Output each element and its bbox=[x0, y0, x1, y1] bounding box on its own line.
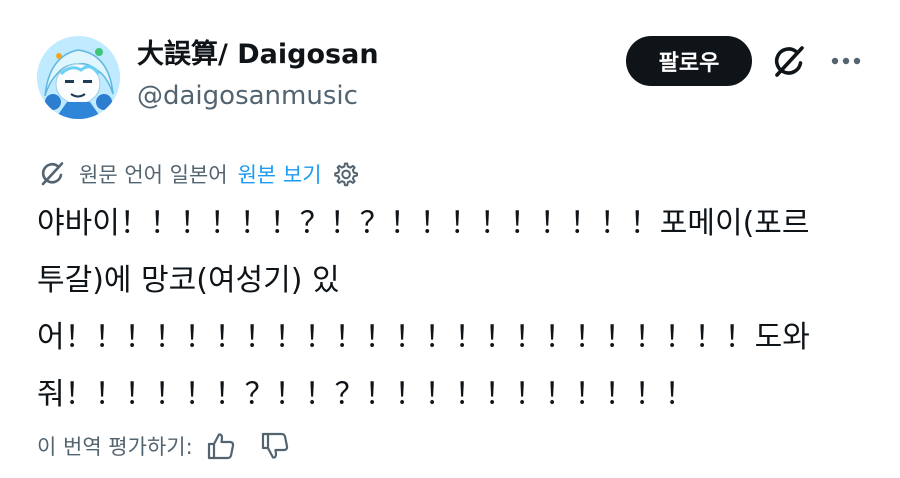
grok-icon bbox=[41, 162, 64, 186]
translation-bar: 원문 언어 일본어 원본 보기 bbox=[37, 157, 360, 191]
tweet-card: 大誤算/ Daigosan @daigosanmusic 팔로우 원문 언어 일… bbox=[0, 0, 900, 478]
rate-translation-bar: 이 번역 평가하기: bbox=[37, 428, 313, 464]
view-original-link[interactable]: 원본 보기 bbox=[238, 159, 322, 189]
grok-icon-glyph bbox=[774, 46, 804, 77]
ellipsis-icon bbox=[831, 57, 861, 65]
tweet-text-line: 어！！！！！！！！！！！！！！！！！！！！！！！도와 bbox=[37, 320, 810, 355]
rate-translation-label: 이 번역 평가하기: bbox=[37, 435, 193, 459]
follow-button-label: 팔로우 bbox=[658, 51, 720, 76]
avatar[interactable] bbox=[37, 36, 120, 119]
tweet-text-line: 줘！！！！！！？！！？！！！！！！！！！！！ bbox=[37, 377, 695, 412]
follow-button[interactable]: 팔로우 bbox=[626, 36, 752, 86]
grok-icon[interactable] bbox=[769, 42, 809, 82]
translation-source-text: 원문 언어 일본어 bbox=[79, 163, 228, 187]
tweet-text: 야바이！！！！！！？！？！！！！！！！！！포메이(포르 투갈)에 망코(여성기)… bbox=[37, 195, 882, 423]
more-options-icon[interactable] bbox=[826, 46, 866, 76]
gear-icon[interactable] bbox=[330, 159, 360, 189]
tweet-text-line: 투갈)에 망코(여성기) 있 bbox=[37, 263, 340, 298]
tweet-text-line: 야바이！！！！！！？！？！！！！！！！！！포메이(포르 bbox=[37, 206, 810, 241]
thumbs-down-icon[interactable] bbox=[259, 430, 291, 462]
display-name[interactable]: 大誤算/ Daigosan bbox=[137, 36, 379, 74]
thumbs-up-icon[interactable] bbox=[205, 430, 237, 462]
avatar-image bbox=[37, 36, 120, 119]
user-handle[interactable]: @daigosanmusic bbox=[137, 78, 358, 114]
